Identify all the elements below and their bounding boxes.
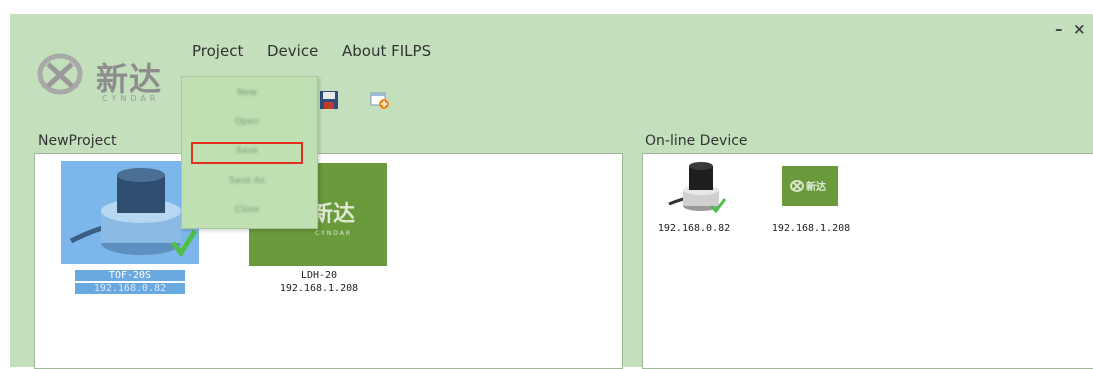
device-ip: 192.168.0.82 (657, 223, 731, 234)
dropdown-item-save-as[interactable]: Save As (192, 173, 302, 195)
logo-subtext: CYNDAR (102, 94, 160, 103)
svg-text:新达: 新达 (806, 180, 826, 193)
dropdown-item-new[interactable]: New (192, 85, 302, 107)
online-device-1[interactable]: 192.168.0.82 (649, 160, 739, 240)
dropdown-item-label: Save As (229, 176, 265, 186)
dropdown-item-label: New (237, 88, 257, 98)
device-name: LDH-20 (300, 270, 338, 281)
dropdown-item-open[interactable]: Open (192, 114, 302, 136)
dropdown-item-label: Close (234, 205, 260, 215)
device-ip: 192.168.0.82 (75, 283, 185, 294)
device-ip: 192.168.1.208 (771, 223, 851, 234)
dropdown-item-close[interactable]: Close (192, 202, 302, 224)
menu-device[interactable]: Device (267, 42, 318, 60)
device-ip: 192.168.1.208 (279, 283, 359, 294)
project-dropdown-menu: New Open Save Save As Close (181, 76, 318, 229)
online-panel: 192.168.0.82 新达 192.168.1.208 (642, 153, 1093, 369)
online-panel-title: On-line Device (645, 133, 748, 149)
dropdown-item-label: Open (234, 117, 260, 127)
sensor-icon (61, 161, 199, 264)
device-name: TOF-20S (75, 270, 185, 281)
main-window: 新达 CYNDAR Project Device About FILPS – ×… (10, 14, 1093, 369)
close-button[interactable]: × (1073, 20, 1086, 38)
tof20s-thumbnail (61, 161, 199, 264)
cyndar-logo: 新达 CYNDAR (32, 50, 172, 103)
sensor-icon (668, 162, 727, 214)
add-device-icon[interactable] (369, 90, 391, 112)
cyndar-logo-icon: 新达 (782, 166, 838, 206)
minimize-button[interactable]: – (1055, 20, 1063, 38)
project-panel-title: NewProject (38, 133, 117, 149)
menu-about[interactable]: About FILPS (342, 42, 431, 60)
window-controls: – × (1027, 20, 1087, 40)
cyndar-logo-icon (37, 53, 83, 95)
save-icon[interactable] (319, 90, 341, 112)
online-device-2[interactable]: 新达 192.168.1.208 (761, 160, 861, 240)
menu-project[interactable]: Project (192, 42, 243, 60)
svg-text:CYNDAR: CYNDAR (315, 230, 352, 237)
dropdown-selection-highlight (191, 142, 303, 164)
project-panel: TOF-20S 192.168.0.82 新达 CYNDAR LDH-20 19… (34, 153, 623, 369)
